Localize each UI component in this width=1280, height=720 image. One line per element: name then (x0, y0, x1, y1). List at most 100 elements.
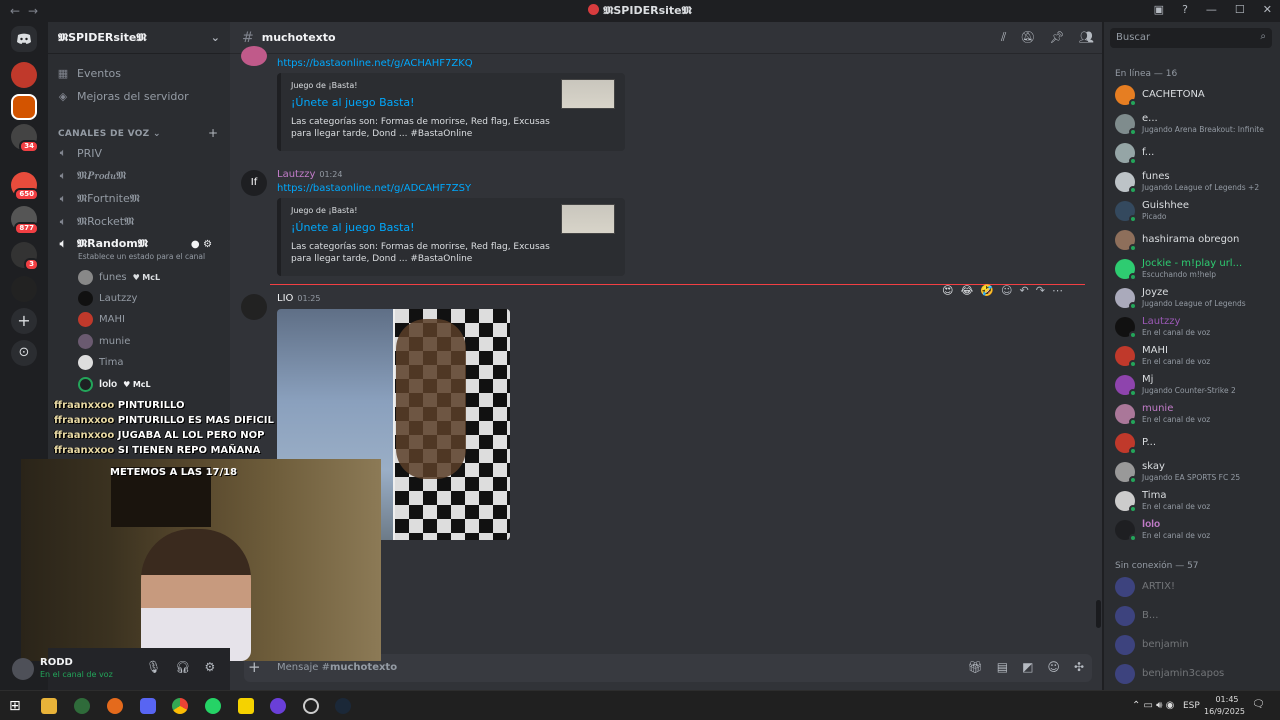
voice-category[interactable]: CANALES DE VOZ ⌄ (58, 129, 161, 139)
user-name[interactable]: RODD (40, 657, 73, 668)
more-icon[interactable]: ⋯ (1052, 284, 1063, 297)
member-item[interactable]: Joyze Jugando League of Legends (1115, 285, 1275, 311)
close-button[interactable]: ✕ (1263, 3, 1272, 16)
microphone-icon[interactable]: 🎙︎ (146, 660, 161, 674)
member-item[interactable]: Tima En el canal de voz (1115, 488, 1275, 514)
inbox-icon[interactable]: ▣ (1154, 3, 1164, 16)
settings-gear-icon[interactable]: ⚙ (204, 660, 215, 674)
add-reaction-icon[interactable]: ☺ (1001, 284, 1012, 297)
headphones-icon[interactable]: 🎧︎ (175, 660, 190, 674)
server-icon[interactable] (11, 62, 37, 88)
gif-icon[interactable]: ▤ (997, 660, 1008, 674)
avatar[interactable] (241, 294, 267, 320)
whatsapp-icon[interactable] (205, 698, 221, 714)
member-item[interactable]: MAHI En el canal de voz (1115, 343, 1275, 369)
reaction-icon[interactable]: 😂 (960, 284, 973, 297)
message-link[interactable]: https://bastaonline.net/g/ADCAHF7ZSY (277, 183, 471, 194)
threads-icon[interactable]: ⫽ (1001, 30, 1006, 45)
server-icon[interactable] (11, 276, 37, 302)
reaction-icon[interactable]: 😍 (942, 284, 953, 297)
member-item[interactable]: Guishhee Picado (1115, 198, 1275, 224)
member-item[interactable]: skay Jugando EA SPORTS FC 25 (1115, 459, 1275, 485)
app-icon[interactable] (74, 698, 90, 714)
member-item-offline[interactable]: benjamin (1115, 632, 1275, 658)
server-folder-icon[interactable]: 877 (11, 206, 39, 235)
events-item[interactable]: ▦ Eventos (56, 63, 121, 83)
member-item[interactable]: Lautzzy En el canal de voz (1115, 314, 1275, 340)
voice-channel-rocket[interactable]: 🔈︎ 𝕸Rocket𝕸 (56, 212, 135, 232)
server-folder-icon[interactable]: 34 (11, 124, 39, 153)
maximize-button[interactable]: ☐ (1235, 3, 1245, 16)
voice-member[interactable]: MAHI (78, 309, 125, 329)
emoji-icon[interactable]: ☺ (1047, 660, 1060, 674)
steam-icon[interactable] (335, 698, 351, 714)
help-icon[interactable]: ? (1182, 3, 1188, 16)
voice-channel-fortnite[interactable]: 🔈︎ 𝕸Fortnite𝕸 (56, 189, 140, 209)
apps-icon[interactable]: ✣ (1074, 660, 1084, 674)
boosts-item[interactable]: ◈ Mejoras del servidor (56, 86, 189, 106)
member-item[interactable]: f... (1115, 140, 1275, 166)
file-explorer-icon[interactable] (41, 698, 57, 714)
avatar[interactable] (241, 46, 267, 66)
add-channel-icon[interactable]: + (208, 126, 218, 140)
voice-member[interactable]: munie (78, 331, 130, 351)
server-icon-active[interactable] (11, 94, 37, 120)
server-folder-icon[interactable]: 650 (11, 172, 39, 201)
message-author[interactable]: LIO 01:25 (277, 293, 320, 304)
mute-icon[interactable]: 🔕︎ (1020, 30, 1035, 45)
minimize-button[interactable]: — (1206, 3, 1217, 16)
member-item[interactable]: CACHETONA (1115, 82, 1275, 108)
member-item-offline[interactable]: ARTIX! (1115, 574, 1275, 600)
obs-icon[interactable] (270, 698, 286, 714)
gift-icon[interactable]: 🎁︎ (968, 660, 983, 674)
voice-member[interactable]: 𝐈𝐨𝐥𝐨 ♥ McL (78, 374, 151, 394)
browser-icon[interactable] (107, 698, 123, 714)
member-item[interactable]: munie En el canal de voz (1115, 401, 1275, 427)
tray-icons[interactable]: ⌃ ▭ 🔊︎ ◉ (1132, 700, 1174, 711)
voice-channel-priv[interactable]: 🔈︎ PRIV (56, 143, 102, 163)
notes-icon[interactable] (238, 698, 254, 714)
server-folder-icon[interactable]: 3 (11, 242, 39, 271)
pin-icon[interactable]: 📌︎ (1050, 30, 1065, 45)
member-item[interactable]: P... (1115, 430, 1275, 456)
voice-member[interactable]: Tima (78, 352, 123, 372)
user-avatar[interactable] (12, 658, 34, 680)
discord-home-icon[interactable] (11, 26, 37, 52)
windows-start-icon[interactable]: ⊞ (9, 698, 25, 714)
message-author[interactable]: Lautzzy 01:24 (277, 169, 342, 180)
channel-status[interactable]: Establece un estado para el canal (78, 252, 205, 261)
app-icon[interactable] (303, 698, 319, 714)
reply-icon[interactable]: ↶ (1020, 284, 1029, 297)
voice-member[interactable]: Lautzzy (78, 288, 137, 308)
clock-date[interactable]: 16/9/2025 (1204, 707, 1245, 716)
forward-icon[interactable]: ↷ (1036, 284, 1045, 297)
add-server-icon[interactable]: + (11, 308, 37, 334)
sticker-icon[interactable]: ◩ (1022, 660, 1033, 674)
voice-channel-random[interactable]: 🔈︎ 𝕸Random𝕸 ● ⚙ (56, 234, 212, 254)
avatar[interactable]: If (241, 170, 267, 196)
scrollbar-thumb[interactable] (1096, 600, 1101, 628)
member-item[interactable]: funes Jugando League of Legends +2 (1115, 169, 1275, 195)
server-header[interactable]: 𝕸SPIDERsite𝕸 ⌄ (48, 22, 230, 54)
members-icon[interactable]: 👥︎ (1079, 30, 1094, 45)
member-item-offline[interactable]: B... (1115, 603, 1275, 629)
chrome-icon[interactable] (172, 698, 188, 714)
channel-actions-icons[interactable]: ● ⚙ (191, 239, 212, 250)
discover-icon[interactable]: ⊙ (11, 340, 37, 366)
embed-thumbnail[interactable] (561, 204, 615, 234)
member-item[interactable]: Mj Jugando Counter-Strike 2 (1115, 372, 1275, 398)
voice-member[interactable]: funes ♥ McL (78, 267, 160, 287)
message-link[interactable]: https://bastaonline.net/g/ACHAHF7ZKQ (277, 58, 473, 69)
voice-channel-produ[interactable]: 🔈︎ 𝕸𝑷𝒓𝒐𝒅𝒖𝕸 (56, 166, 127, 186)
notification-icon[interactable]: 🗨︎ (1252, 699, 1265, 710)
discord-taskbar-icon[interactable] (140, 698, 156, 714)
search-input[interactable]: Buscar ⌕ (1110, 28, 1272, 48)
embed-thumbnail[interactable] (561, 79, 615, 109)
member-item[interactable]: 𝐈𝐨𝐥𝐨 En el canal de voz (1115, 517, 1275, 543)
member-item[interactable]: Jockie - m!play url... Escuchando m!help (1115, 256, 1275, 282)
language-indicator[interactable]: ESP (1183, 701, 1200, 711)
member-item[interactable]: e... Jugando Arena Breakout: Infinite (1115, 111, 1275, 137)
clock-time[interactable]: 01:45 (1212, 695, 1242, 704)
reaction-icon[interactable]: 🤣 (980, 284, 994, 297)
member-item[interactable]: hashirama obregon (1115, 227, 1275, 253)
